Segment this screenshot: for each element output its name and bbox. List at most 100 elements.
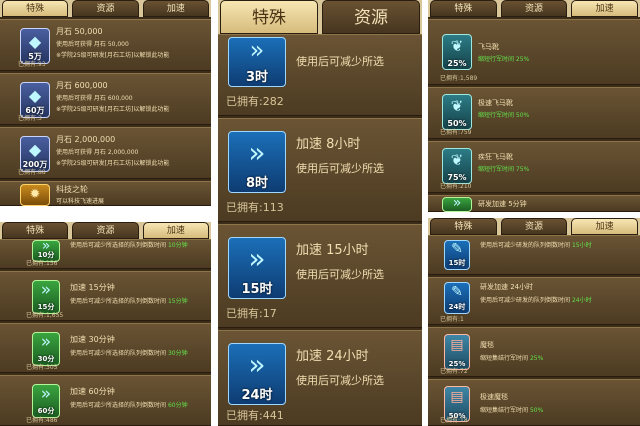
magic-carpet-icon: ▤ 25% xyxy=(444,334,470,370)
list-item[interactable]: ❦ 50% 极速飞马靴 缩短行军时间 50% 已拥有:759 xyxy=(428,87,640,139)
item-desc: 使用后可获得 月石 50,000 xyxy=(56,41,129,48)
tab-speedup[interactable]: 加速 xyxy=(142,0,209,17)
item-desc: 使用后可减少所选择的队列倒数时间 xyxy=(70,242,167,249)
item-title: 加速 15分钟 xyxy=(70,283,115,292)
speedup-icon: » 3时 xyxy=(228,37,286,87)
tab-speedup[interactable]: 加速 xyxy=(142,222,209,239)
item-desc: 使用后可减少所选 xyxy=(296,55,384,68)
tab-speedup[interactable]: 加速 xyxy=(571,218,639,235)
speedup-icon: » 8时 xyxy=(228,131,286,193)
owned-count: 已拥有:3 xyxy=(18,115,42,122)
owned-count: 已拥有:1,655 xyxy=(26,312,64,319)
item-desc: 缩短集结行军时间 xyxy=(480,355,529,362)
tab-resources[interactable]: 资源 xyxy=(322,0,420,34)
owned-count: 已拥有:18 xyxy=(440,417,468,424)
item-title: 魔毯 xyxy=(480,341,494,349)
item-desc: 缩短行军时间 75% xyxy=(478,166,530,173)
item-title: 月石 50,000 xyxy=(56,27,103,36)
list-item[interactable]: ❦ 75% 疾狂飞马靴 缩短行军时间 75% 已拥有:210 xyxy=(428,141,640,193)
list-item[interactable]: » 研发加速 5分钟 xyxy=(428,195,640,212)
panel-speedup-minutes: 特殊 资源 加速 » 10分 使用后可减少所选择的队列倒数时间 10分钟 已拥有:… xyxy=(0,222,211,426)
item-desc: 使用后可减少研发的队列倒数时间 xyxy=(480,242,571,249)
item-duration: 10分钟 xyxy=(167,242,188,249)
list-item[interactable]: ◆ 5万 月石 50,000 使用后可获得 月石 50,000 ※学院25级可研发… xyxy=(0,19,211,71)
owned-count: 已拥有:759 xyxy=(440,129,472,136)
item-title: 极速飞马靴 xyxy=(478,99,513,107)
item-desc: 使用后可减少所选择的队列倒数时间 xyxy=(70,402,167,409)
research-speedup-icon: » xyxy=(442,197,472,212)
list-item[interactable]: ◆ 60万 月石 600,000 使用后可获得 月石 600,000 ※学院25级… xyxy=(0,73,211,125)
list-item[interactable]: ❦ 25% 飞马靴 缩短行军时间 25% 已拥有:1,589 xyxy=(428,19,640,85)
item-title: 加速 30分钟 xyxy=(70,335,115,344)
list-item[interactable]: » 30分 加速 30分钟 使用后可减少所选择的队列倒数时间 30分钟 已拥有:3… xyxy=(0,323,211,373)
item-desc: 可以科技飞速进展 xyxy=(56,198,105,205)
owned-count: 已拥有:156 xyxy=(26,260,58,267)
tab-bar: 特殊 资源 加速 xyxy=(0,222,211,239)
tab-speedup[interactable]: 加速 xyxy=(571,0,639,17)
tab-bar: 特殊 资源 加速 xyxy=(428,0,640,17)
research-speedup-icon: ✎ 24时 xyxy=(444,282,470,314)
item-desc: 使用后可减少研发的队列倒数时间 xyxy=(480,297,571,304)
item-title: 月石 600,000 xyxy=(56,81,108,90)
list-item[interactable]: ▤ 25% 魔毯 缩短集结行军时间 25% 已拥有:72 xyxy=(428,327,640,377)
list-item[interactable]: » 24时 加速 24小时 使用后可减少所选 已拥有:441 xyxy=(218,330,422,426)
owned-count: 已拥有:88 xyxy=(18,169,46,176)
winged-boots-icon: ❦ 75% xyxy=(442,148,472,184)
item-duration: 50% xyxy=(529,407,544,414)
owned-count: 已拥有:210 xyxy=(440,183,472,190)
item-duration: 60分钟 xyxy=(167,402,188,409)
item-duration: 15分钟 xyxy=(167,298,188,305)
panel-moonstone: 特殊 资源 加速 ◆ 5万 月石 50,000 使用后可获得 月石 50,000 … xyxy=(0,0,211,206)
item-title: 加速 15小时 xyxy=(296,243,369,258)
item-desc: 使用后可减少所选择的队列倒数时间 xyxy=(70,350,167,357)
item-title: 飞马靴 xyxy=(478,43,499,51)
owned-count: 已拥有:93 xyxy=(18,61,46,68)
owned-count: 已拥有:486 xyxy=(26,417,58,424)
item-title: 研发加速 5分钟 xyxy=(478,200,527,208)
speedup-icon: » 15分 xyxy=(32,280,60,314)
item-title: 研发加速 24小时 xyxy=(480,283,534,291)
list-item[interactable]: » 60分 加速 60分钟 使用后可减少所选择的队列倒数时间 60分钟 已拥有:4… xyxy=(0,375,211,426)
panel-research-speedup: 特殊 资源 加速 ✎ 15时 使用后可减少研发的队列倒数时间 15小时 ✎ 24时 … xyxy=(428,218,640,426)
item-duration: 25% xyxy=(529,355,544,362)
tab-special[interactable]: 特殊 xyxy=(2,222,69,239)
list-item[interactable]: » 15分 加速 15分钟 使用后可减少所选择的队列倒数时间 15分钟 已拥有:1… xyxy=(0,271,211,321)
owned-count: 已拥有:72 xyxy=(440,368,468,375)
list-item[interactable]: ◆ 200万 月石 2,000,000 使用后可获得 月石 2,000,000 ※… xyxy=(0,127,211,179)
list-item[interactable]: » 10分 使用后可减少所选择的队列倒数时间 10分钟 已拥有:156 xyxy=(0,239,211,269)
tech-wheel-icon: ✹ xyxy=(20,184,50,206)
tab-bar: 特殊 资源 加速 xyxy=(428,218,640,235)
tab-special[interactable]: 特殊 xyxy=(2,0,69,17)
tab-resources[interactable]: 资源 xyxy=(72,0,139,17)
item-desc: 使用后可减少所选 xyxy=(296,374,384,387)
list-item[interactable]: » 15时 加速 15小时 使用后可减少所选 已拥有:17 xyxy=(218,224,422,328)
tab-special[interactable]: 特殊 xyxy=(430,0,497,17)
research-speedup-icon: ✎ 15时 xyxy=(444,240,470,270)
item-desc: 缩短集结行军时间 xyxy=(480,407,529,414)
list-item[interactable]: ✹ 科技之轮 可以科技飞速进展 xyxy=(0,181,211,206)
owned-count: 已拥有:113 xyxy=(226,201,284,214)
item-desc: 缩短行军时间 25% xyxy=(478,56,530,63)
item-desc: 使用后可获得 月石 2,000,000 xyxy=(56,149,139,156)
owned-count: 已拥有:1,589 xyxy=(440,75,478,82)
panel-speedup-large: 特殊 资源 » 3时 使用后可减少所选 已拥有:282 » 8时 加速 8小时 使用… xyxy=(218,0,422,426)
tab-special[interactable]: 特殊 xyxy=(430,218,497,235)
tab-resources[interactable]: 资源 xyxy=(500,218,568,235)
tab-resources[interactable]: 资源 xyxy=(72,222,139,239)
list-item[interactable]: ✎ 15时 使用后可减少研发的队列倒数时间 15小时 xyxy=(428,235,640,275)
owned-count: 已拥有:441 xyxy=(226,409,284,422)
speedup-icon: » 24时 xyxy=(228,343,286,405)
item-title: 科技之轮 xyxy=(56,185,88,194)
list-item[interactable]: » 3时 使用后可减少所选 已拥有:282 xyxy=(218,34,422,116)
item-title: 加速 8小时 xyxy=(296,137,361,152)
item-desc: 使用后可减少所选 xyxy=(296,268,384,281)
item-desc: 缩短行军时间 50% xyxy=(478,112,530,119)
list-item[interactable]: ▤ 50% 极速魔毯 缩短集结行军时间 50% 已拥有:18 xyxy=(428,379,640,426)
panel-march-boots: 特殊 资源 加速 ❦ 25% 飞马靴 缩短行军时间 25% 已拥有:1,589 ❦… xyxy=(428,0,640,212)
tab-resources[interactable]: 资源 xyxy=(500,0,568,17)
list-item[interactable]: ✎ 24时 研发加速 24小时 使用后可减少研发的队列倒数时间 24小时 已拥有:… xyxy=(428,277,640,325)
list-item[interactable]: » 8时 加速 8小时 使用后可减少所选 已拥有:113 xyxy=(218,118,422,222)
item-desc: 使用后可减少所选择的队列倒数时间 xyxy=(70,298,167,305)
owned-count: 已拥有:17 xyxy=(226,307,277,320)
tab-special[interactable]: 特殊 xyxy=(220,0,318,34)
